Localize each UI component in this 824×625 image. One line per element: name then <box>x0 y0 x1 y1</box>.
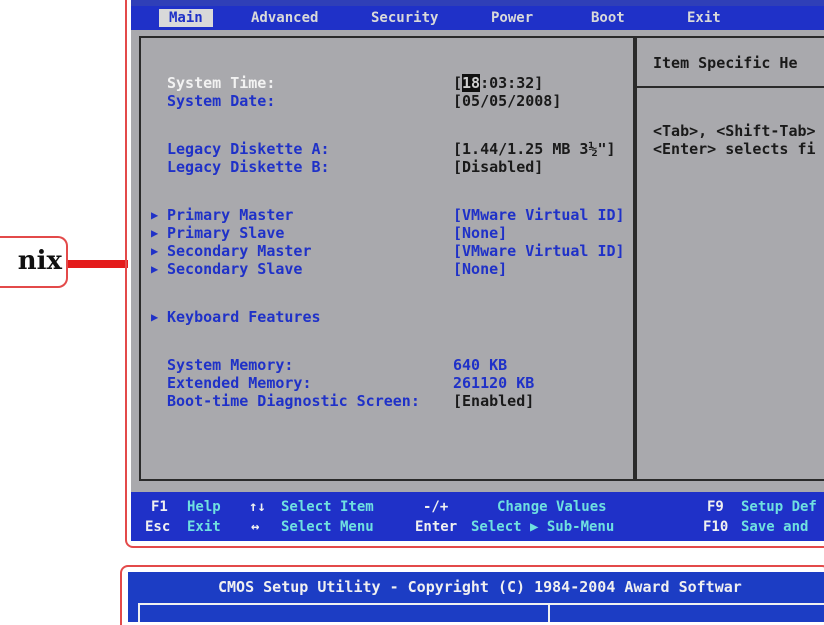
help-line-2: <Enter> selects fi <box>653 140 816 158</box>
key-f9: F9 <box>707 499 724 515</box>
callout-connector <box>68 260 128 268</box>
boot-diagnostic-value[interactable]: [Enabled] <box>453 392 534 410</box>
item-help-panel: Item Specific He <Tab>, <Shift-Tab> <Ent… <box>635 36 824 481</box>
key-f1: F1 <box>151 499 168 515</box>
submenu-arrow-icon: ▶ <box>151 244 159 258</box>
keyboard-features-item[interactable]: Keyboard Features <box>167 308 321 326</box>
bios-screen: Main Advanced Security Power Boot Exit S… <box>131 0 824 541</box>
secondary-slave-item[interactable]: Secondary Slave <box>167 260 302 278</box>
primary-slave-item[interactable]: Primary Slave <box>167 224 284 242</box>
system-time-value[interactable]: [18:03:32] <box>453 74 543 92</box>
diskette-b-value[interactable]: [Disabled] <box>453 158 543 176</box>
time-hour-cursor[interactable]: 18 <box>462 74 481 92</box>
tab-boot[interactable]: Boot <box>591 9 625 27</box>
submenu-arrow-icon: ▶ <box>151 310 159 324</box>
key-minusplus: -/+ <box>423 499 449 515</box>
diskette-a-label: Legacy Diskette A: <box>167 140 330 158</box>
extended-memory-value: 261120 KB <box>453 374 535 392</box>
award-title: CMOS Setup Utility - Copyright (C) 1984-… <box>218 578 742 596</box>
diskette-a-value[interactable]: [1.44/1.25 MB 3½"] <box>453 140 616 158</box>
key-esc: Esc <box>145 519 171 535</box>
key-f1-action: Help <box>187 499 221 515</box>
award-right-box <box>548 603 824 622</box>
award-left-box <box>138 603 550 622</box>
tab-exit[interactable]: Exit <box>687 9 721 27</box>
key-f10: F10 <box>703 519 729 535</box>
tab-power[interactable]: Power <box>491 9 533 27</box>
secondary-master-item[interactable]: Secondary Master <box>167 242 312 260</box>
tab-advanced[interactable]: Advanced <box>251 9 318 27</box>
diskette-b-label: Legacy Diskette B: <box>167 158 330 176</box>
key-enter: Enter <box>415 519 458 535</box>
secondary-master-value: [VMware Virtual ID] <box>453 242 625 260</box>
primary-master-item[interactable]: Primary Master <box>167 206 293 224</box>
key-legend-footer: F1 Help ↑↓ Select Item -/+ Change Values… <box>131 492 824 541</box>
bracket-open: [ <box>453 74 463 92</box>
help-title: Item Specific He <box>653 54 798 72</box>
submenu-arrow-icon: ▶ <box>151 262 159 276</box>
system-date-value[interactable]: [05/05/2008] <box>453 92 561 110</box>
extended-memory-label: Extended Memory: <box>167 374 312 392</box>
help-line-1: <Tab>, <Shift-Tab> <box>653 122 816 140</box>
help-divider <box>637 86 824 88</box>
time-rest: :03:32] <box>480 74 544 92</box>
secondary-slave-value: [None] <box>453 260 508 278</box>
key-f9-action: Setup Def <box>741 499 817 515</box>
primary-master-value: [VMware Virtual ID] <box>453 206 625 224</box>
callout-box: nix <box>0 236 68 288</box>
submenu-arrow-icon: ▶ <box>151 208 159 222</box>
submenu-arrow-icon: ▶ <box>151 226 159 240</box>
key-leftright-icon: ↔ <box>251 519 260 535</box>
system-date-label: System Date: <box>167 92 276 110</box>
callout-label: nix <box>17 246 62 276</box>
system-memory-value: 640 KB <box>453 356 508 374</box>
system-memory-label: System Memory: <box>167 356 294 374</box>
key-leftright-action: Select Menu <box>281 519 374 535</box>
key-minusplus-action: Change Values <box>497 499 607 515</box>
tab-main[interactable]: Main <box>159 9 213 27</box>
system-time-label: System Time: <box>167 74 276 92</box>
tab-security[interactable]: Security <box>371 9 438 27</box>
key-enter-action: Select ▶ Sub-Menu <box>471 519 615 535</box>
menu-bar: Main Advanced Security Power Boot Exit <box>131 6 824 30</box>
boot-diagnostic-label: Boot-time Diagnostic Screen: <box>167 392 420 410</box>
award-bios-screen: CMOS Setup Utility - Copyright (C) 1984-… <box>128 572 824 622</box>
key-updown-action: Select Item <box>281 499 374 515</box>
primary-slave-value: [None] <box>453 224 508 242</box>
key-f10-action: Save and <box>741 519 809 535</box>
key-esc-action: Exit <box>187 519 221 535</box>
key-updown-icon: ↑↓ <box>249 499 266 515</box>
main-settings-panel: System Time: [18:03:32] System Date: [05… <box>139 36 635 481</box>
